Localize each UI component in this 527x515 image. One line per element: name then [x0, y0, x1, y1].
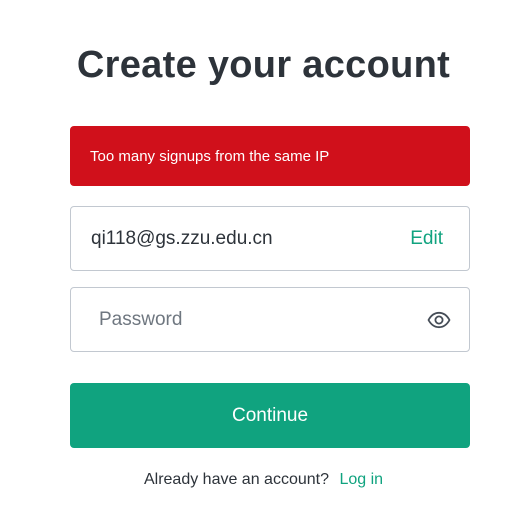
email-display-field: qi118@gs.zzu.edu.cn Edit: [70, 206, 470, 271]
error-message: Too many signups from the same IP: [90, 147, 330, 165]
email-value: qi118@gs.zzu.edu.cn: [91, 227, 273, 249]
edit-email-link[interactable]: Edit: [410, 228, 443, 250]
password-field: [70, 287, 470, 352]
continue-button[interactable]: Continue: [70, 383, 470, 448]
error-banner: Too many signups from the same IP: [70, 126, 470, 186]
login-link[interactable]: Log in: [339, 471, 383, 488]
page-title: Create your account: [76, 44, 451, 86]
show-password-toggle[interactable]: [425, 306, 453, 334]
password-input[interactable]: [99, 299, 425, 340]
login-prompt-row: Already have an account? Log in: [0, 469, 527, 491]
login-prompt-text: Already have an account?: [143, 471, 329, 488]
eye-icon: [427, 311, 451, 328]
